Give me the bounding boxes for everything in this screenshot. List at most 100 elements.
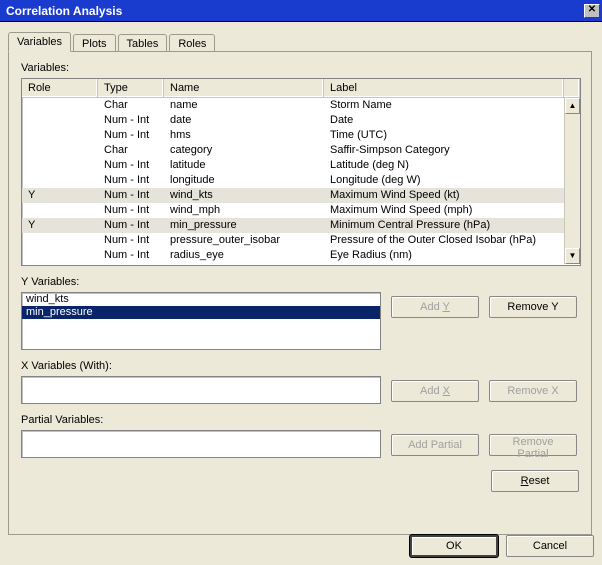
- variables-table-body[interactable]: CharnameStorm NameNum - IntdateDateNum -…: [22, 98, 564, 264]
- dialog-body: Variables Plots Tables Roles Variables: …: [0, 22, 602, 543]
- cancel-button[interactable]: Cancel: [506, 535, 594, 557]
- cell-role: [22, 143, 98, 158]
- header-scroll-spacer: [564, 79, 580, 97]
- cell-role: Y: [22, 218, 98, 233]
- y-variables-section: Y Variables: wind_ktsmin_pressure Add Y …: [21, 276, 579, 350]
- variables-scrollbar[interactable]: ▲ ▼: [564, 98, 580, 264]
- cell-role: [22, 233, 98, 248]
- ok-button[interactable]: OK: [410, 535, 498, 557]
- add-partial-button[interactable]: Add Partial: [391, 434, 479, 456]
- variables-label: Variables:: [21, 62, 579, 74]
- table-row[interactable]: CharcategorySaffir-Simpson Category: [22, 143, 564, 158]
- reset-button[interactable]: Reset: [491, 470, 579, 492]
- col-header-name[interactable]: Name: [164, 79, 324, 97]
- table-row[interactable]: Num - InthmsTime (UTC): [22, 128, 564, 143]
- table-row[interactable]: Num - Intradius_max_windRadius of Maximu…: [22, 263, 564, 264]
- col-header-type[interactable]: Type: [98, 79, 164, 97]
- table-row[interactable]: Num - IntlongitudeLongitude (deg W): [22, 173, 564, 188]
- cell-type: Num - Int: [98, 248, 164, 263]
- y-variables-label: Y Variables:: [21, 276, 579, 288]
- cell-role: [22, 263, 98, 264]
- cell-label: Minimum Central Pressure (hPa): [324, 218, 564, 233]
- cell-type: Num - Int: [98, 113, 164, 128]
- tab-plots[interactable]: Plots: [73, 34, 115, 52]
- partial-variables-section: Partial Variables: Add Partial Remove Pa…: [21, 414, 579, 458]
- tab-tables[interactable]: Tables: [118, 34, 168, 52]
- cell-label: Longitude (deg W): [324, 173, 564, 188]
- cell-label: Pressure of the Outer Closed Isobar (hPa…: [324, 233, 564, 248]
- cell-role: [22, 98, 98, 113]
- table-row[interactable]: YNum - Intmin_pressureMinimum Central Pr…: [22, 218, 564, 233]
- cell-label: Radius of Maximum Wind Speed (nm): [324, 263, 564, 264]
- cell-type: Num - Int: [98, 218, 164, 233]
- variables-table[interactable]: Role Type Name Label CharnameStorm NameN…: [21, 78, 581, 266]
- dialog-footer: OK Cancel: [410, 535, 594, 557]
- remove-partial-button[interactable]: Remove Partial: [489, 434, 577, 456]
- cell-type: Char: [98, 143, 164, 158]
- cell-label: Maximum Wind Speed (mph): [324, 203, 564, 218]
- cell-role: [22, 158, 98, 173]
- add-y-button[interactable]: Add Y: [391, 296, 479, 318]
- cell-name: wind_kts: [164, 188, 324, 203]
- tab-strip: Variables Plots Tables Roles: [8, 30, 594, 51]
- partial-variables-list[interactable]: [21, 430, 381, 458]
- add-x-button[interactable]: Add X: [391, 380, 479, 402]
- remove-x-button[interactable]: Remove X: [489, 380, 577, 402]
- cell-label: Date: [324, 113, 564, 128]
- tab-variables[interactable]: Variables: [8, 32, 71, 52]
- scroll-down-icon[interactable]: ▼: [565, 248, 580, 264]
- list-item[interactable]: wind_kts: [22, 293, 380, 306]
- cell-role: [22, 248, 98, 263]
- cell-type: Char: [98, 98, 164, 113]
- title-bar: Correlation Analysis ✕: [0, 0, 602, 22]
- table-row[interactable]: Num - Intpressure_outer_isobarPressure o…: [22, 233, 564, 248]
- cell-type: Num - Int: [98, 158, 164, 173]
- col-header-label[interactable]: Label: [324, 79, 564, 97]
- scroll-up-icon[interactable]: ▲: [565, 98, 580, 114]
- scroll-track[interactable]: [565, 114, 580, 248]
- x-variables-list[interactable]: [21, 376, 381, 404]
- cell-label: Storm Name: [324, 98, 564, 113]
- tab-roles[interactable]: Roles: [169, 34, 215, 52]
- cell-name: date: [164, 113, 324, 128]
- cell-name: category: [164, 143, 324, 158]
- cell-role: [22, 113, 98, 128]
- table-row[interactable]: Num - Intwind_mphMaximum Wind Speed (mph…: [22, 203, 564, 218]
- window-title: Correlation Analysis: [6, 4, 584, 18]
- cell-name: longitude: [164, 173, 324, 188]
- cell-name: name: [164, 98, 324, 113]
- partial-variables-label: Partial Variables:: [21, 414, 579, 426]
- cell-role: [22, 173, 98, 188]
- cell-name: wind_mph: [164, 203, 324, 218]
- tab-panel-variables: Variables: Role Type Name Label Charname…: [8, 51, 592, 535]
- cell-name: radius_eye: [164, 248, 324, 263]
- cell-label: Maximum Wind Speed (kt): [324, 188, 564, 203]
- cell-name: hms: [164, 128, 324, 143]
- cell-role: [22, 128, 98, 143]
- table-row[interactable]: YNum - Intwind_ktsMaximum Wind Speed (kt…: [22, 188, 564, 203]
- y-variables-list[interactable]: wind_ktsmin_pressure: [21, 292, 381, 350]
- cell-name: pressure_outer_isobar: [164, 233, 324, 248]
- cell-name: min_pressure: [164, 218, 324, 233]
- table-row[interactable]: Num - Intradius_eyeEye Radius (nm): [22, 248, 564, 263]
- table-row[interactable]: CharnameStorm Name: [22, 98, 564, 113]
- cell-type: Num - Int: [98, 233, 164, 248]
- cell-name: radius_max_wind: [164, 263, 324, 264]
- col-header-role[interactable]: Role: [22, 79, 98, 97]
- x-variables-label: X Variables (With):: [21, 360, 579, 372]
- cell-name: latitude: [164, 158, 324, 173]
- table-row[interactable]: Num - IntdateDate: [22, 113, 564, 128]
- cell-role: [22, 203, 98, 218]
- close-icon[interactable]: ✕: [584, 4, 600, 18]
- remove-y-button[interactable]: Remove Y: [489, 296, 577, 318]
- cell-label: Latitude (deg N): [324, 158, 564, 173]
- cell-label: Saffir-Simpson Category: [324, 143, 564, 158]
- cell-label: Time (UTC): [324, 128, 564, 143]
- cell-type: Num - Int: [98, 188, 164, 203]
- cell-type: Num - Int: [98, 128, 164, 143]
- table-row[interactable]: Num - IntlatitudeLatitude (deg N): [22, 158, 564, 173]
- list-item[interactable]: min_pressure: [22, 306, 380, 319]
- cell-type: Num - Int: [98, 203, 164, 218]
- x-variables-section: X Variables (With): Add X Remove X: [21, 360, 579, 404]
- cell-type: Num - Int: [98, 173, 164, 188]
